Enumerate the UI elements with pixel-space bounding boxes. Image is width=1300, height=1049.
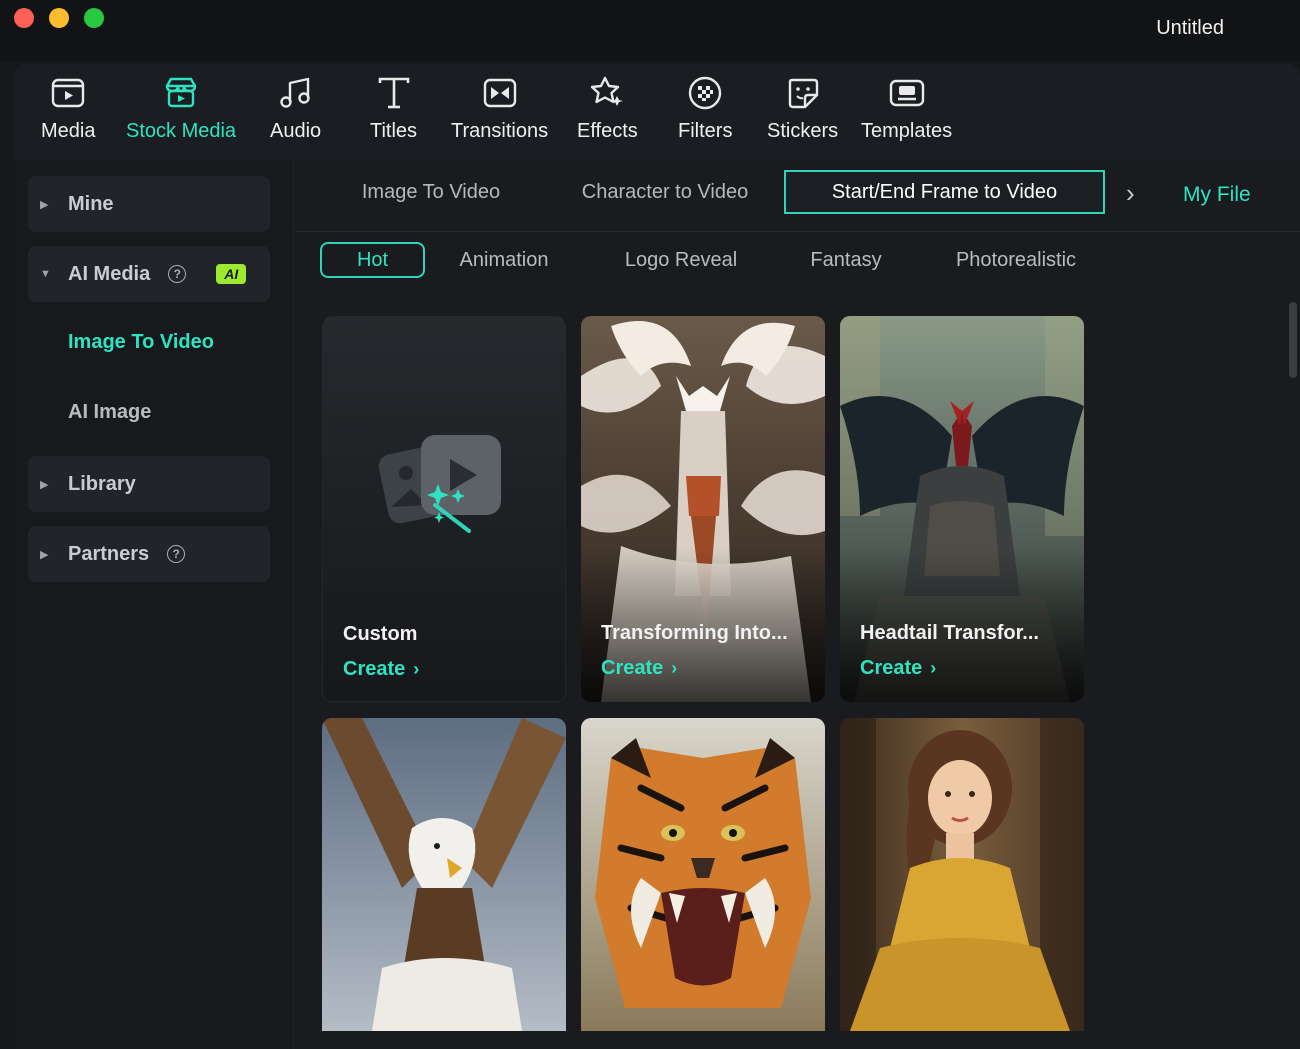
toolbar-label: Media — [41, 120, 96, 142]
audio-icon — [279, 77, 310, 108]
templates-icon — [889, 79, 924, 107]
main-toolbar: Media Stock Media Audio Titles Transitio… — [14, 64, 1300, 160]
scrollbar-thumb[interactable] — [1289, 302, 1297, 378]
sidebar-item-ai-image[interactable]: AI Image — [68, 401, 151, 424]
create-label: Create — [343, 658, 406, 680]
card-title: Transforming Into... — [601, 622, 788, 644]
sidebar-item-label: Partners — [68, 542, 150, 565]
create-label: Create — [860, 657, 923, 679]
tab-start-end-frame-to-video[interactable]: Start/End Frame to Video — [784, 170, 1105, 214]
toolbar-label: Transitions — [451, 120, 549, 142]
stickers-icon — [788, 78, 818, 109]
template-card-transforming[interactable]: Transforming Into... Create › — [581, 316, 825, 702]
titles-icon — [378, 77, 409, 109]
sidebar-item-label: AI Media — [68, 262, 151, 285]
toolbar-label: Stickers — [767, 120, 839, 142]
template-card-eagle[interactable] — [322, 718, 566, 1031]
create-link[interactable]: Create › — [860, 657, 936, 680]
template-card-tiger[interactable] — [581, 718, 825, 1031]
title-bar: Untitled — [0, 0, 1300, 62]
chevron-right-icon: › — [671, 658, 678, 678]
category-photorealistic[interactable]: Photorealistic — [941, 242, 1091, 278]
toolbar-effects[interactable]: Effects — [577, 74, 638, 143]
stock-media-icon — [165, 77, 197, 108]
toolbar-label: Stock Media — [126, 120, 237, 142]
toolbar-stock-media[interactable]: Stock Media — [126, 74, 236, 143]
help-icon[interactable]: ? — [167, 545, 186, 563]
maximize-window-button[interactable] — [84, 8, 104, 28]
template-card-headtail[interactable]: Headtail Transfor... Create › — [840, 316, 1084, 702]
template-card-princess[interactable] — [840, 718, 1084, 1031]
window-title: Untitled — [1156, 17, 1224, 39]
filters-icon — [689, 76, 722, 110]
chevron-right-icon: › — [413, 659, 420, 679]
toolbar-templates[interactable]: Templates — [861, 74, 952, 143]
template-card-custom[interactable]: Custom Create › — [322, 316, 566, 702]
category-animation[interactable]: Animation — [446, 242, 562, 278]
toolbar-media[interactable]: Media — [41, 74, 95, 143]
toolbar-label: Templates — [861, 120, 953, 142]
help-icon[interactable]: ? — [168, 265, 187, 283]
princess-thumbnail — [840, 718, 1084, 1031]
category-hot[interactable]: Hot — [320, 242, 425, 278]
tab-character-to-video[interactable]: Character to Video — [564, 170, 766, 214]
chevron-right-icon: › — [930, 658, 937, 678]
sidebar-item-ai-media[interactable]: ▼ AI Media ? AI — [28, 246, 270, 302]
caret-right-icon: ▶ — [40, 548, 49, 561]
toolbar-transitions[interactable]: Transitions — [451, 74, 548, 143]
tab-image-to-video[interactable]: Image To Video — [344, 170, 518, 214]
sidebar-item-partners[interactable]: ▶ Partners ? — [28, 526, 270, 582]
caret-down-icon: ▼ — [40, 268, 51, 280]
my-file-link[interactable]: My File — [1183, 183, 1251, 207]
tiger-thumbnail — [581, 718, 825, 1031]
tabs-next-arrow-icon[interactable]: › — [1126, 178, 1146, 208]
toolbar-label: Audio — [270, 120, 322, 142]
sidebar-item-library[interactable]: ▶ Library — [28, 456, 270, 512]
toolbar-stickers[interactable]: Stickers — [767, 74, 838, 143]
effects-icon — [591, 76, 624, 106]
toolbar-audio[interactable]: Audio — [270, 74, 321, 143]
minimize-window-button[interactable] — [49, 8, 69, 28]
transitions-icon — [483, 78, 516, 108]
eagle-thumbnail — [322, 718, 566, 1031]
toolbar-titles[interactable]: Titles — [370, 74, 417, 143]
media-icon — [52, 78, 85, 108]
toolbar-label: Filters — [678, 120, 733, 142]
toolbar-label: Titles — [370, 120, 418, 142]
toolbar-label: Effects — [577, 120, 638, 142]
card-title: Custom — [343, 623, 418, 645]
create-link[interactable]: Create › — [343, 658, 419, 681]
toolbar-filters[interactable]: Filters — [678, 74, 732, 143]
create-link[interactable]: Create › — [601, 657, 677, 680]
card-title: Headtail Transfor... — [860, 622, 1039, 644]
sidebar-item-label: Library — [68, 472, 136, 495]
ai-badge: AI — [216, 264, 247, 284]
create-label: Create — [601, 657, 664, 679]
sidebar-item-mine[interactable]: ▶ Mine — [28, 176, 270, 232]
caret-right-icon: ▶ — [40, 478, 49, 491]
category-logo-reveal[interactable]: Logo Reveal — [610, 242, 752, 278]
caret-right-icon: ▶ — [40, 198, 49, 211]
category-fantasy[interactable]: Fantasy — [796, 242, 896, 278]
sidebar-item-label: Mine — [68, 192, 114, 215]
close-window-button[interactable] — [14, 8, 34, 28]
sidebar-item-image-to-video[interactable]: Image To Video — [68, 331, 214, 354]
